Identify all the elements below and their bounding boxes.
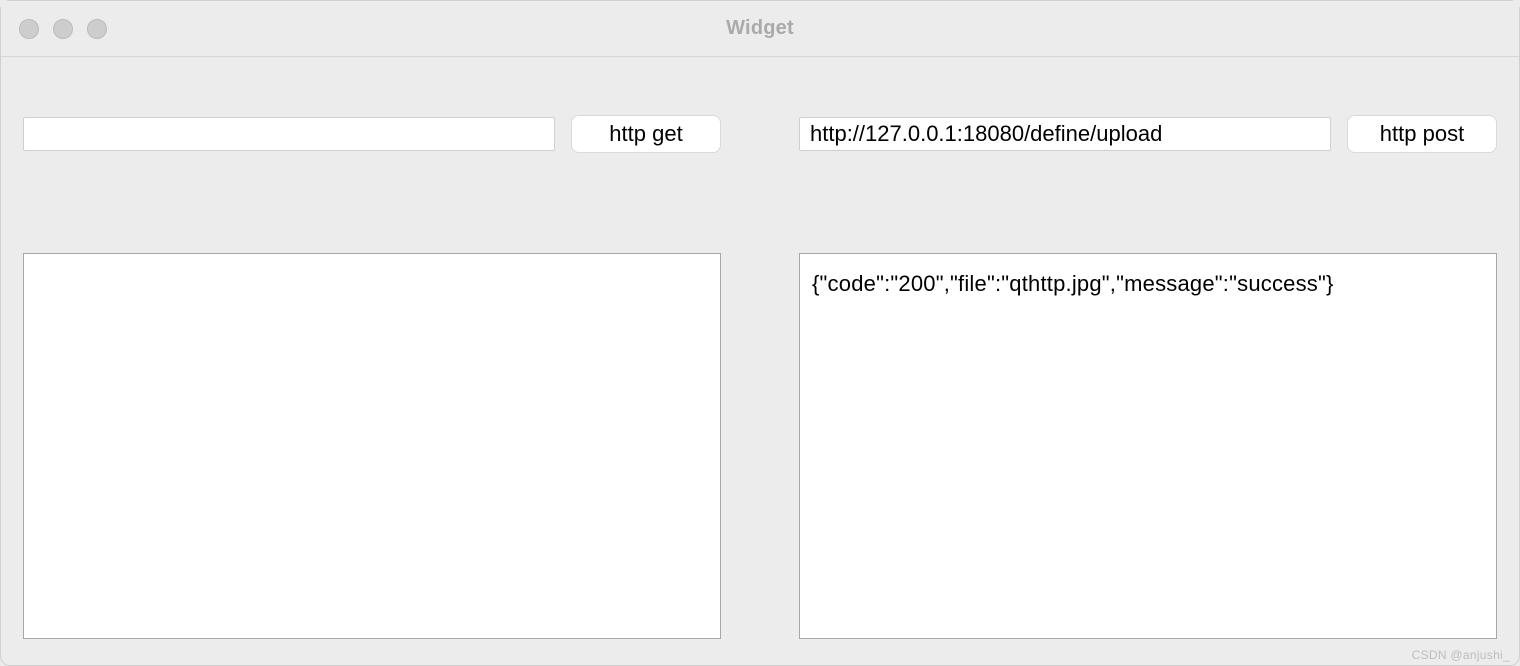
get-url-input[interactable]: [23, 117, 555, 151]
http-get-row: http get: [23, 115, 721, 153]
app-window: Widget http get http post: [0, 0, 1520, 666]
maximize-icon[interactable]: [87, 19, 107, 39]
post-url-input[interactable]: [799, 117, 1331, 151]
get-output-area[interactable]: [23, 253, 721, 639]
http-post-row: http post: [799, 115, 1497, 153]
post-output-area[interactable]: [799, 253, 1497, 639]
content-area: http get http post: [1, 57, 1519, 665]
window-title: Widget: [1, 17, 1519, 40]
close-icon[interactable]: [19, 19, 39, 39]
http-post-button[interactable]: http post: [1347, 115, 1497, 153]
titlebar: Widget: [1, 1, 1519, 57]
http-get-button[interactable]: http get: [571, 115, 721, 153]
minimize-icon[interactable]: [53, 19, 73, 39]
traffic-lights: [19, 19, 107, 39]
